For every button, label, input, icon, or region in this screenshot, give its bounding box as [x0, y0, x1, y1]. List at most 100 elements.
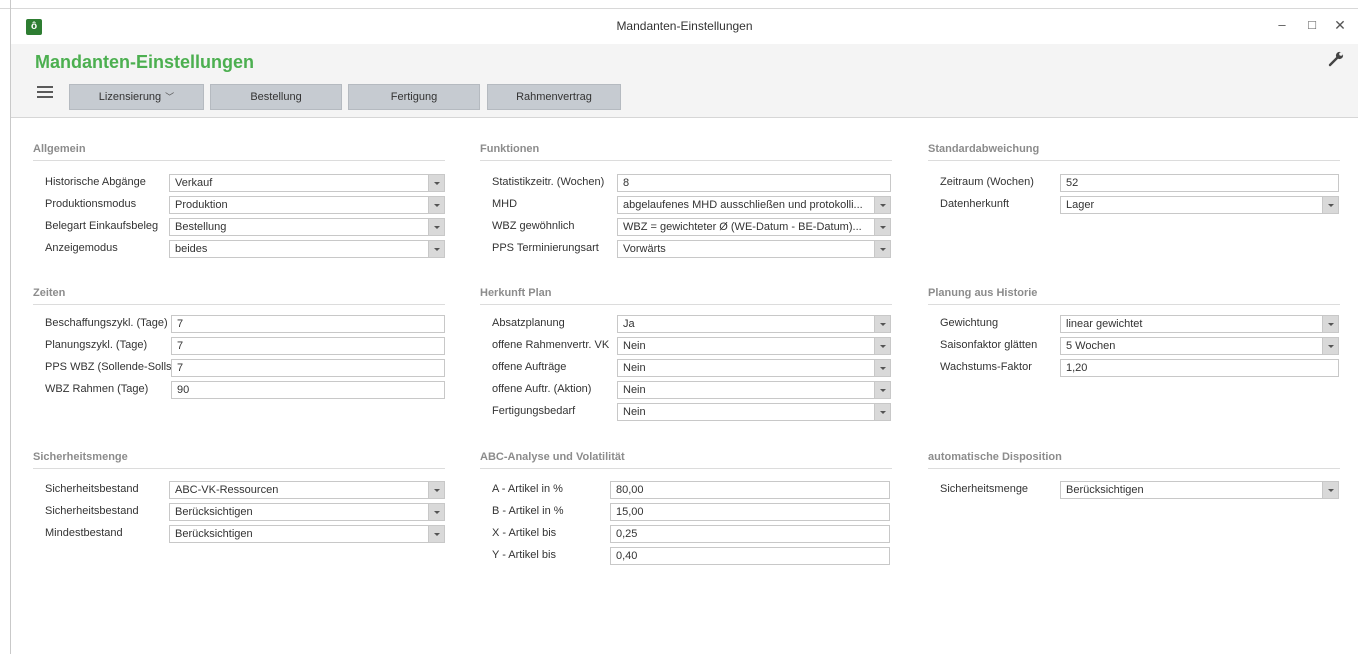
form-row: Sicherheitsbestand Berücksichtigen [33, 503, 445, 521]
mhd-select[interactable]: abgelaufenes MHD ausschließen und protok… [617, 196, 891, 214]
field-label: Beschaffungszykl. (Tage) [45, 317, 168, 329]
offene-auftr-aktion-select[interactable]: Nein [617, 381, 891, 399]
belegart-einkaufsbeleg-select[interactable]: Bestellung [169, 218, 445, 236]
tab-label: Bestellung [250, 91, 302, 103]
saisonfaktor-select[interactable]: 5 Wochen [1060, 337, 1339, 355]
field-label: Belegart Einkaufsbeleg [45, 220, 159, 232]
anzeigemodus-select[interactable]: beides [169, 240, 445, 258]
field-label: Y - Artikel bis [492, 549, 556, 561]
mindestbestand-select[interactable]: Berücksichtigen [169, 525, 445, 543]
header: Mandanten-Einstellungen Lizensierung ﹀ Be… [11, 44, 1358, 118]
dropdown-arrow-icon[interactable] [874, 219, 890, 235]
form-row: X - Artikel bis 0,25 [480, 525, 892, 543]
statistikzeitraum-input[interactable]: 8 [617, 174, 891, 192]
y-artikel-input[interactable]: 0,40 [610, 547, 890, 565]
field-label: Datenherkunft [940, 198, 1010, 210]
section-allgemein: Allgemein Historische Abgänge Verkauf Pr… [33, 143, 445, 258]
dropdown-arrow-icon[interactable] [428, 504, 444, 520]
tab-lizensierung[interactable]: Lizensierung ﹀ [69, 84, 204, 110]
field-label: A - Artikel in % [492, 483, 563, 495]
sicherheitsbestand-select[interactable]: ABC-VK-Ressourcen [169, 481, 445, 499]
pps-wbz-input[interactable]: 7 [171, 359, 445, 377]
sicherheitsmenge-select[interactable]: Berücksichtigen [1060, 481, 1339, 499]
field-label: offene Rahmenvertr. VK [492, 339, 610, 351]
wachstums-faktor-input[interactable]: 1,20 [1060, 359, 1339, 377]
form-row: Wachstums-Faktor 1,20 [928, 359, 1340, 377]
a-artikel-input[interactable]: 80,00 [610, 481, 890, 499]
section-title: ABC-Analyse und Volatilität [480, 451, 625, 463]
form-row: WBZ gewöhnlich WBZ = gewichteter Ø (WE-D… [480, 218, 892, 236]
section-planung-historie: Planung aus Historie Gewichtung linear g… [928, 287, 1340, 377]
dropdown-arrow-icon[interactable] [428, 175, 444, 191]
section-title: Planung aus Historie [928, 287, 1038, 299]
dropdown-arrow-icon[interactable] [874, 404, 890, 420]
sicherheitsbestand-2-select[interactable]: Berücksichtigen [169, 503, 445, 521]
dropdown-arrow-icon[interactable] [874, 197, 890, 213]
dropdown-arrow-icon[interactable] [1322, 338, 1338, 354]
field-label: Sicherheitsbestand [45, 483, 139, 495]
produktionsmodus-select[interactable]: Produktion [169, 196, 445, 214]
section-divider [480, 304, 892, 305]
dropdown-arrow-icon[interactable] [1322, 482, 1338, 498]
planungszyklus-input[interactable]: 7 [171, 337, 445, 355]
dropdown-arrow-icon[interactable] [428, 482, 444, 498]
field-label: B - Artikel in % [492, 505, 564, 517]
field-label: Sicherheitsmenge [940, 483, 1029, 495]
form-row: Y - Artikel bis 0,40 [480, 547, 892, 565]
tab-label: Rahmenvertrag [516, 91, 592, 103]
form-row: Belegart Einkaufsbeleg Bestellung [33, 218, 445, 236]
dropdown-arrow-icon[interactable] [1322, 197, 1338, 213]
tab-bestellung[interactable]: Bestellung [210, 84, 342, 110]
form-row: Planungszykl. (Tage) 7 [33, 337, 445, 355]
dropdown-arrow-icon[interactable] [874, 382, 890, 398]
close-button[interactable]: ✕ [1329, 14, 1351, 36]
tab-fertigung[interactable]: Fertigung [348, 84, 480, 110]
form-row: Saisonfaktor glätten 5 Wochen [928, 337, 1340, 355]
dropdown-arrow-icon[interactable] [1322, 316, 1338, 332]
dropdown-arrow-icon[interactable] [874, 338, 890, 354]
b-artikel-input[interactable]: 15,00 [610, 503, 890, 521]
field-label: Historische Abgänge [45, 176, 146, 188]
dropdown-arrow-icon[interactable] [428, 219, 444, 235]
window-title: Mandanten-Einstellungen [616, 19, 753, 33]
section-zeiten: Zeiten Beschaffungszykl. (Tage) 7 Planun… [33, 287, 445, 399]
field-label: Zeitraum (Wochen) [940, 176, 1034, 188]
dropdown-arrow-icon[interactable] [874, 360, 890, 376]
field-label: WBZ gewöhnlich [492, 220, 575, 232]
datenherkunft-select[interactable]: Lager [1060, 196, 1339, 214]
field-label: Statistikzeitr. (Wochen) [492, 176, 605, 188]
fertigungsbedarf-select[interactable]: Nein [617, 403, 891, 421]
form-row: offene Auftr. (Aktion) Nein [480, 381, 892, 399]
dropdown-arrow-icon[interactable] [428, 197, 444, 213]
section-abc-analyse: ABC-Analyse und Volatilität A - Artikel … [480, 451, 892, 565]
x-artikel-input[interactable]: 0,25 [610, 525, 890, 543]
absatzplanung-select[interactable]: Ja [617, 315, 891, 333]
tab-rahmenvertrag[interactable]: Rahmenvertrag [487, 84, 621, 110]
form-row: Mindestbestand Berücksichtigen [33, 525, 445, 543]
section-title: automatische Disposition [928, 451, 1062, 463]
form-row: B - Artikel in % 15,00 [480, 503, 892, 521]
pps-terminierungsart-select[interactable]: Vorwärts [617, 240, 891, 258]
dropdown-arrow-icon[interactable] [428, 526, 444, 542]
hamburger-icon[interactable] [37, 86, 53, 100]
wrench-icon[interactable] [1327, 50, 1345, 68]
offene-rahmenvertr-select[interactable]: Nein [617, 337, 891, 355]
form-row: MHD abgelaufenes MHD ausschließen und pr… [480, 196, 892, 214]
section-herkunft-plan: Herkunft Plan Absatzplanung Ja offene Ra… [480, 287, 892, 421]
minimize-button[interactable]: – [1271, 14, 1293, 36]
historische-abgaenge-select[interactable]: Verkauf [169, 174, 445, 192]
dropdown-arrow-icon[interactable] [874, 316, 890, 332]
dropdown-arrow-icon[interactable] [874, 241, 890, 257]
beschaffungszyklus-input[interactable]: 7 [171, 315, 445, 333]
wbz-gewoehnlich-select[interactable]: WBZ = gewichteter Ø (WE-Datum - BE-Datum… [617, 218, 891, 236]
form-row: Gewichtung linear gewichtet [928, 315, 1340, 333]
section-title: Zeiten [33, 287, 66, 299]
maximize-button[interactable]: □ [1301, 14, 1323, 36]
chevron-down-icon: ﹀ [165, 92, 175, 102]
zeitraum-input[interactable]: 52 [1060, 174, 1339, 192]
wbz-rahmen-input[interactable]: 90 [171, 381, 445, 399]
gewichtung-select[interactable]: linear gewichtet [1060, 315, 1339, 333]
offene-auftraege-select[interactable]: Nein [617, 359, 891, 377]
form-row: Beschaffungszykl. (Tage) 7 [33, 315, 445, 333]
dropdown-arrow-icon[interactable] [428, 241, 444, 257]
